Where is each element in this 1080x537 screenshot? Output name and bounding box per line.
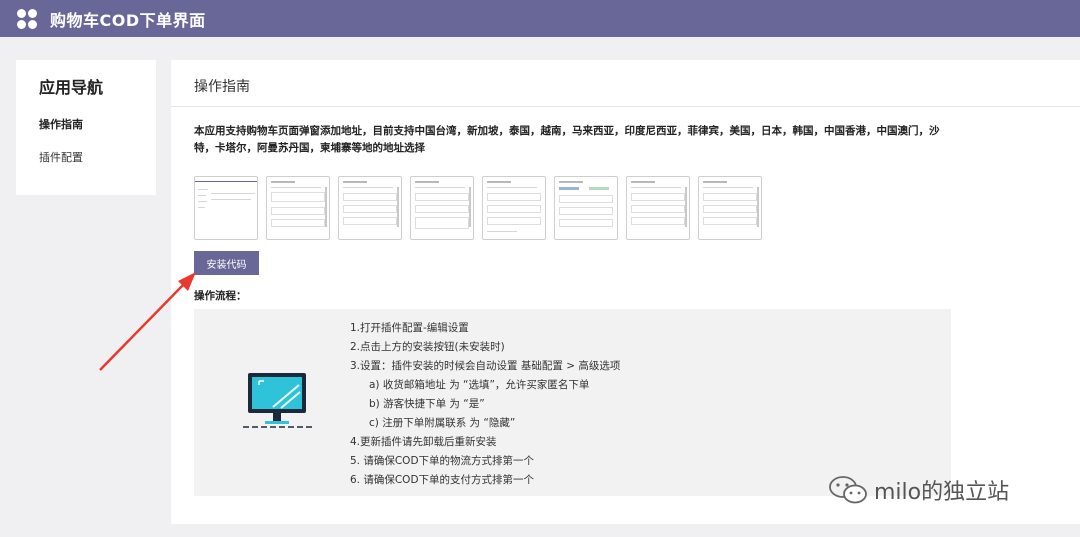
description-text: 本应用支持购物车页面弹窗添加地址，目前支持中国台湾，新加坡，泰国，越南，马来西亚…	[194, 125, 940, 154]
install-code-button[interactable]: 安装代码	[194, 251, 259, 275]
watermark: milo的独立站	[828, 474, 1009, 506]
screenshot-thumbnails	[194, 176, 762, 240]
sidebar-item-guide[interactable]: 操作指南	[39, 116, 83, 132]
step-item: 2.点击上方的安装按钮(未安装时)	[350, 341, 505, 353]
divider	[171, 106, 1080, 107]
wechat-icon	[829, 476, 867, 504]
thumbnail-3[interactable]	[338, 176, 402, 240]
sidebar: 应用导航 操作指南 插件配置	[16, 60, 156, 195]
sidebar-item-plugin-config[interactable]: 插件配置	[39, 149, 83, 165]
thumbnail-8[interactable]	[698, 176, 762, 240]
thumbnail-1[interactable]	[194, 176, 258, 240]
top-bar: 购物车COD下单界面	[0, 0, 1080, 37]
steps-list: 1.打开插件配置-编辑设置 2.点击上方的安装按钮(未安装时) 3.设置：插件安…	[350, 319, 620, 490]
step-item: 4.更新插件请先卸载后重新安装	[350, 436, 497, 448]
step-item: 5. 请确保COD下单的物流方式排第一个	[350, 455, 535, 467]
watermark-text: milo的独立站	[874, 480, 1010, 505]
step-sub-item: c) 注册下单附属联系 为 “隐藏”	[369, 417, 516, 429]
step-item: 3.设置：插件安装的时候会自动设置 基础配置 > 高级选项	[350, 360, 621, 372]
page-title: 操作指南	[194, 79, 250, 95]
four-dots-logo-icon	[17, 8, 37, 29]
thumbnail-4[interactable]	[410, 176, 474, 240]
computer-monitor-icon	[243, 373, 313, 428]
main-content: 操作指南 本应用支持购物车页面弹窗添加地址，目前支持中国台湾，新加坡，泰国，越南…	[171, 60, 1080, 524]
step-sub-item: b) 游客快捷下单 为 “是”	[369, 398, 485, 410]
step-item: 1.打开插件配置-编辑设置	[350, 322, 469, 334]
thumbnail-2[interactable]	[266, 176, 330, 240]
thumbnail-6[interactable]	[554, 176, 618, 240]
thumbnail-5[interactable]	[482, 176, 546, 240]
sidebar-title: 应用导航	[39, 78, 104, 97]
step-sub-item: a) 收货邮箱地址 为 “选填”，允许买家匿名下单	[369, 379, 590, 391]
app-title: 购物车COD下单界面	[50, 10, 206, 30]
step-item: 6. 请确保COD下单的支付方式排第一个	[350, 474, 535, 486]
thumbnail-7[interactable]	[626, 176, 690, 240]
instructions-panel: 1.打开插件配置-编辑设置 2.点击上方的安装按钮(未安装时) 3.设置：插件安…	[194, 309, 951, 496]
flow-label: 操作流程：	[194, 290, 247, 302]
